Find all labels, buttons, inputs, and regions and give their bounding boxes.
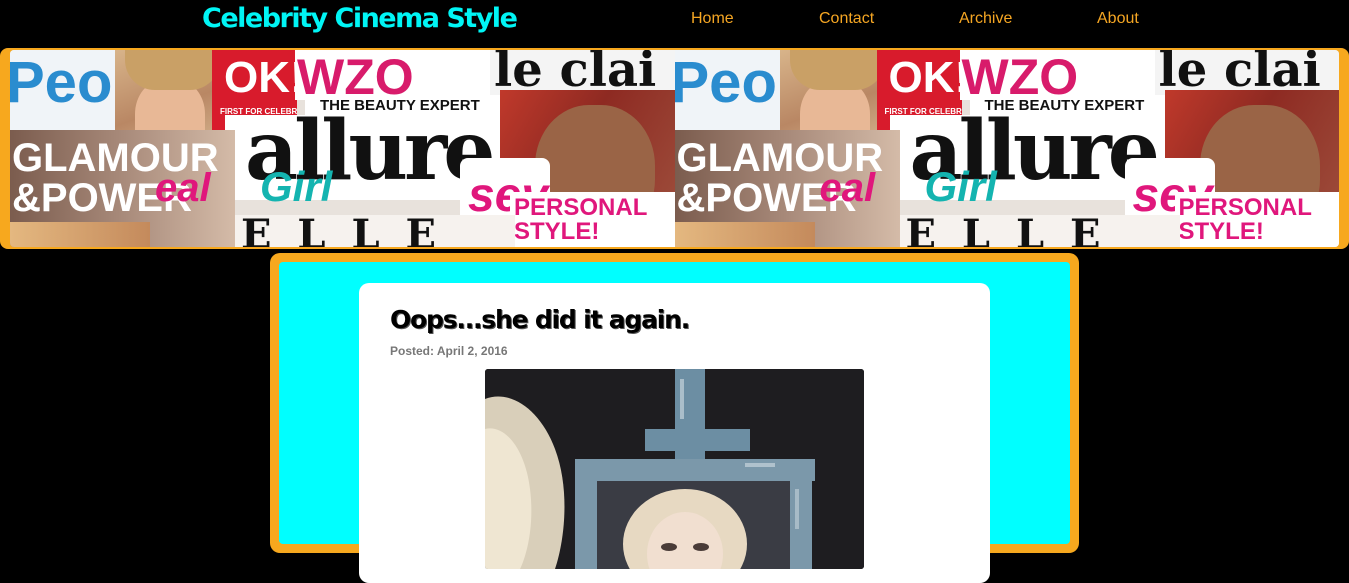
marie-claire-logo: le clai — [1158, 50, 1321, 95]
celebrity-face-photo-3 — [674, 222, 815, 247]
marie-claire-cover: le clai — [1154, 50, 1339, 95]
personal-style-line-1: PERSONAL — [514, 194, 648, 221]
personal-style-cover: PERSONAL STYLE! — [1174, 192, 1339, 247]
nav-contact-link[interactable]: Contact — [819, 10, 874, 28]
content-frame: Oops...she did it again. Posted: April 2… — [270, 253, 1079, 583]
site-title-link[interactable]: Celebrity Cinema Style — [202, 3, 518, 34]
real-girl-cover: eal Girl — [820, 160, 1035, 220]
ok-logo: OK! — [224, 53, 297, 102]
nav-archive-link[interactable]: Archive — [959, 10, 1012, 28]
elle-cover: E L L E — [899, 215, 1180, 247]
post-title-link[interactable]: Oops...she did it again. — [390, 305, 690, 334]
personal-style-cover: PERSONAL STYLE! — [510, 192, 675, 247]
beauty-expert-text: THE BEAUTY EXPERT — [984, 97, 1145, 114]
collage-panel-right: Peop OK! FIRST FOR CELEBRITY NEWS WZO TH… — [674, 50, 1339, 247]
collage-panel-left: Peop OK! FIRST FOR CELEBRITY NEWS WZO TH… — [10, 50, 675, 247]
magazine-title-strip: WZO — [295, 50, 495, 100]
elle-logo: E L L E — [905, 215, 1107, 247]
personal-style-line-2: STYLE! — [514, 218, 600, 245]
magazine-title-strip: WZO — [959, 50, 1160, 100]
beauty-expert-text: THE BEAUTY EXPERT — [320, 97, 480, 114]
magazine-collage-image: Peop OK! FIRST FOR CELEBRITY NEWS WZO TH… — [10, 50, 1339, 247]
personal-style-line-2: STYLE! — [1178, 218, 1264, 245]
header-banner: Peop OK! FIRST FOR CELEBRITY NEWS WZO TH… — [0, 48, 1349, 249]
beauty-expert-strip: THE BEAUTY EXPERT — [305, 95, 505, 117]
marie-claire-cover: le clai — [490, 50, 675, 95]
real-girl-logo: Girl — [260, 163, 333, 210]
marie-claire-logo: le clai — [494, 50, 657, 95]
nav-home-link[interactable]: Home — [691, 10, 734, 28]
real-girl-cover: eal Girl — [155, 160, 370, 220]
post-card: Oops...she did it again. Posted: April 2… — [359, 283, 990, 583]
people-logo: Peop — [674, 50, 790, 115]
people-logo: Peop — [10, 50, 125, 115]
nav-about-link[interactable]: About — [1097, 10, 1139, 28]
ok-logo: OK! — [888, 53, 962, 102]
real-girl-prefix: eal — [155, 166, 211, 210]
elle-logo: E L L E — [241, 215, 443, 247]
post-photo-illustration — [485, 369, 864, 569]
real-girl-logo: Girl — [924, 163, 997, 210]
beauty-expert-strip: THE BEAUTY EXPERT — [969, 95, 1170, 117]
content-area: Oops...she did it again. Posted: April 2… — [279, 262, 1070, 583]
post-image[interactable] — [485, 369, 864, 569]
top-navigation-bar: Celebrity Cinema Style Home Contact Arch… — [0, 0, 1349, 44]
celebrity-face-photo-3 — [10, 222, 150, 247]
elle-cover: E L L E — [235, 215, 515, 247]
real-girl-prefix: eal — [819, 166, 876, 210]
personal-style-line-1: PERSONAL — [1178, 194, 1312, 221]
post-date: Posted: April 2, 2016 — [390, 344, 508, 358]
